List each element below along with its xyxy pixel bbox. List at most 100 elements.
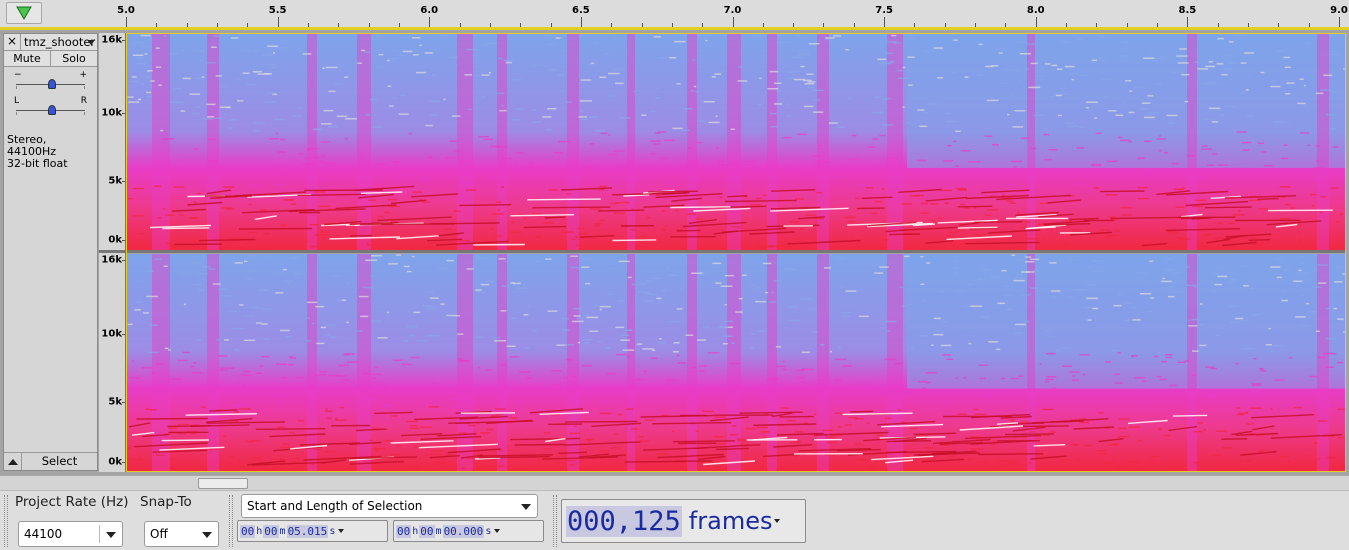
frequency-label: 0k [108,234,122,246]
collapse-triangle-icon [7,458,18,465]
track-name-menu[interactable]: tmz_shooter [21,34,97,50]
time-format-arrow-icon[interactable] [774,519,781,523]
spectrogram-burst [887,34,903,250]
spectrogram-burst [1027,34,1035,250]
spectrogram-burst [687,34,697,250]
spectrogram-left-channel[interactable] [127,34,1345,250]
spectrogram-burst [627,254,635,471]
frequency-scale-left[interactable]: 16k 10k 5k 0k [99,33,126,250]
collapse-track-button[interactable] [4,453,22,470]
toolbar-grip[interactable] [4,495,8,547]
timeline-ruler[interactable]: 5.0 5.5 6.0 6.5 7.0 7.5 8.0 8.5 9.0 [0,0,1349,30]
play-at-speed-button[interactable] [6,2,42,24]
pan-slider-thumb[interactable] [48,105,56,115]
audio-position-unit: frames [688,507,773,535]
track-control-panel: × tmz_shooter Mute Solo − + L R Stereo, … [3,33,98,471]
toolbar-grip[interactable] [229,495,233,547]
frequency-scale-right[interactable]: 16k 10k 5k 0k [99,253,126,472]
start-minutes[interactable]: 00 [263,524,279,538]
spectrogram-burst [357,254,371,471]
chevron-down-icon [521,504,531,510]
spectrogram-burst [687,254,697,471]
track-format-rate: Stereo, 44100Hz [7,133,57,158]
length-seconds[interactable]: 00.000 [442,524,485,538]
spectrogram-burst [357,34,371,250]
combo-separator [99,525,100,543]
gain-slider-thumb[interactable] [48,79,56,89]
selection-start-time[interactable]: 00 h 00 m 05.015 s [237,520,388,542]
mute-solo-row: Mute Solo [4,51,97,67]
gain-minus-label: − [14,70,22,80]
length-hours[interactable]: 00 [396,524,412,538]
spectrogram-burst [457,254,473,471]
snap-to-label: Snap-To [140,494,192,510]
track-format-bits: 32-bit float [7,157,68,170]
spectrogram-burst [457,34,473,250]
frequency-tick [122,39,125,41]
ruler-scale[interactable]: 5.0 5.5 6.0 6.5 7.0 7.5 8.0 8.5 9.0 [117,0,1348,28]
frequency-tick [122,334,125,336]
spectrogram-burst [307,254,317,471]
ruler-tick-label: 5.0 [117,5,135,16]
close-track-button[interactable]: × [4,34,21,50]
ruler-tick-label: 8.5 [1178,5,1197,16]
ruler-tick-label: 5.5 [268,5,287,16]
spectrogram-burst [307,34,317,250]
frequency-tick [122,462,125,464]
spectrogram-burst [817,254,829,471]
track-title-row: × tmz_shooter [4,34,97,51]
track-name-label: tmz_shooter [24,35,96,49]
horizontal-scrollbar[interactable] [0,475,1349,490]
frequency-tick [122,240,125,242]
gain-plus-label: + [79,70,87,80]
chevron-down-icon [202,532,212,538]
frequency-label: 0k [108,456,122,468]
spectrogram-burst [207,254,219,471]
spectrogram-burst [207,34,219,250]
time-format-arrow-icon[interactable] [338,529,345,533]
track-area: × tmz_shooter Mute Solo − + L R Stereo, … [0,30,1349,475]
dropdown-arrow-icon [87,40,95,45]
spectrogram-burst [1027,254,1035,471]
time-format-arrow-icon[interactable] [494,529,501,533]
spectrogram-quiet-region [907,254,1345,389]
spectrogram-quiet-region [907,34,1345,168]
solo-button[interactable]: Solo [51,51,97,66]
selection-mode-combo[interactable]: Start and Length of Selection [241,494,538,518]
snap-to-combo[interactable]: Off [144,521,219,547]
start-seconds[interactable]: 05.015 [286,524,329,538]
length-minutes[interactable]: 00 [419,524,435,538]
gain-slider[interactable]: − + [4,67,97,93]
track-control-bottom: Select [4,452,97,470]
ruler-tick-label: 6.5 [572,5,590,16]
select-track-button[interactable]: Select [22,453,97,470]
track-format-info: Stereo, 44100Hz 32-bit float [7,134,97,170]
spectrogram-burst [1317,34,1329,250]
ruler-tick-label: 6.0 [420,5,439,16]
channel-divider [99,250,1345,253]
spectrogram-burst [627,34,635,250]
mute-button[interactable]: Mute [4,51,51,66]
play-triangle-icon [16,6,32,20]
toolbar-grip[interactable] [553,495,557,547]
frequency-label: 10k [101,107,122,119]
frequency-tick [122,259,125,261]
project-rate-value: 44100 [24,527,63,541]
project-rate-combo[interactable]: 44100 [18,521,123,547]
pan-slider[interactable]: L R [4,93,97,119]
audio-position-digits: 000,125 [566,505,682,537]
scrollbar-thumb[interactable] [198,478,248,489]
frequency-label: 10k [101,328,122,340]
frequency-tick [122,180,125,182]
start-hours[interactable]: 00 [240,524,256,538]
selection-length-time[interactable]: 00 h 00 m 00.000 s [393,520,544,542]
frequency-tick [122,113,125,115]
ruler-tick-label: 7.5 [875,5,893,16]
audio-position-display[interactable]: 000,125 frames [561,499,806,543]
chevron-down-icon [106,532,116,538]
spectrogram-right-channel[interactable] [127,254,1345,471]
frequency-tick [122,401,125,403]
pan-left-label: L [14,96,20,106]
ruler-tick-label: 7.0 [723,5,742,16]
spectrogram-burst [767,34,777,250]
